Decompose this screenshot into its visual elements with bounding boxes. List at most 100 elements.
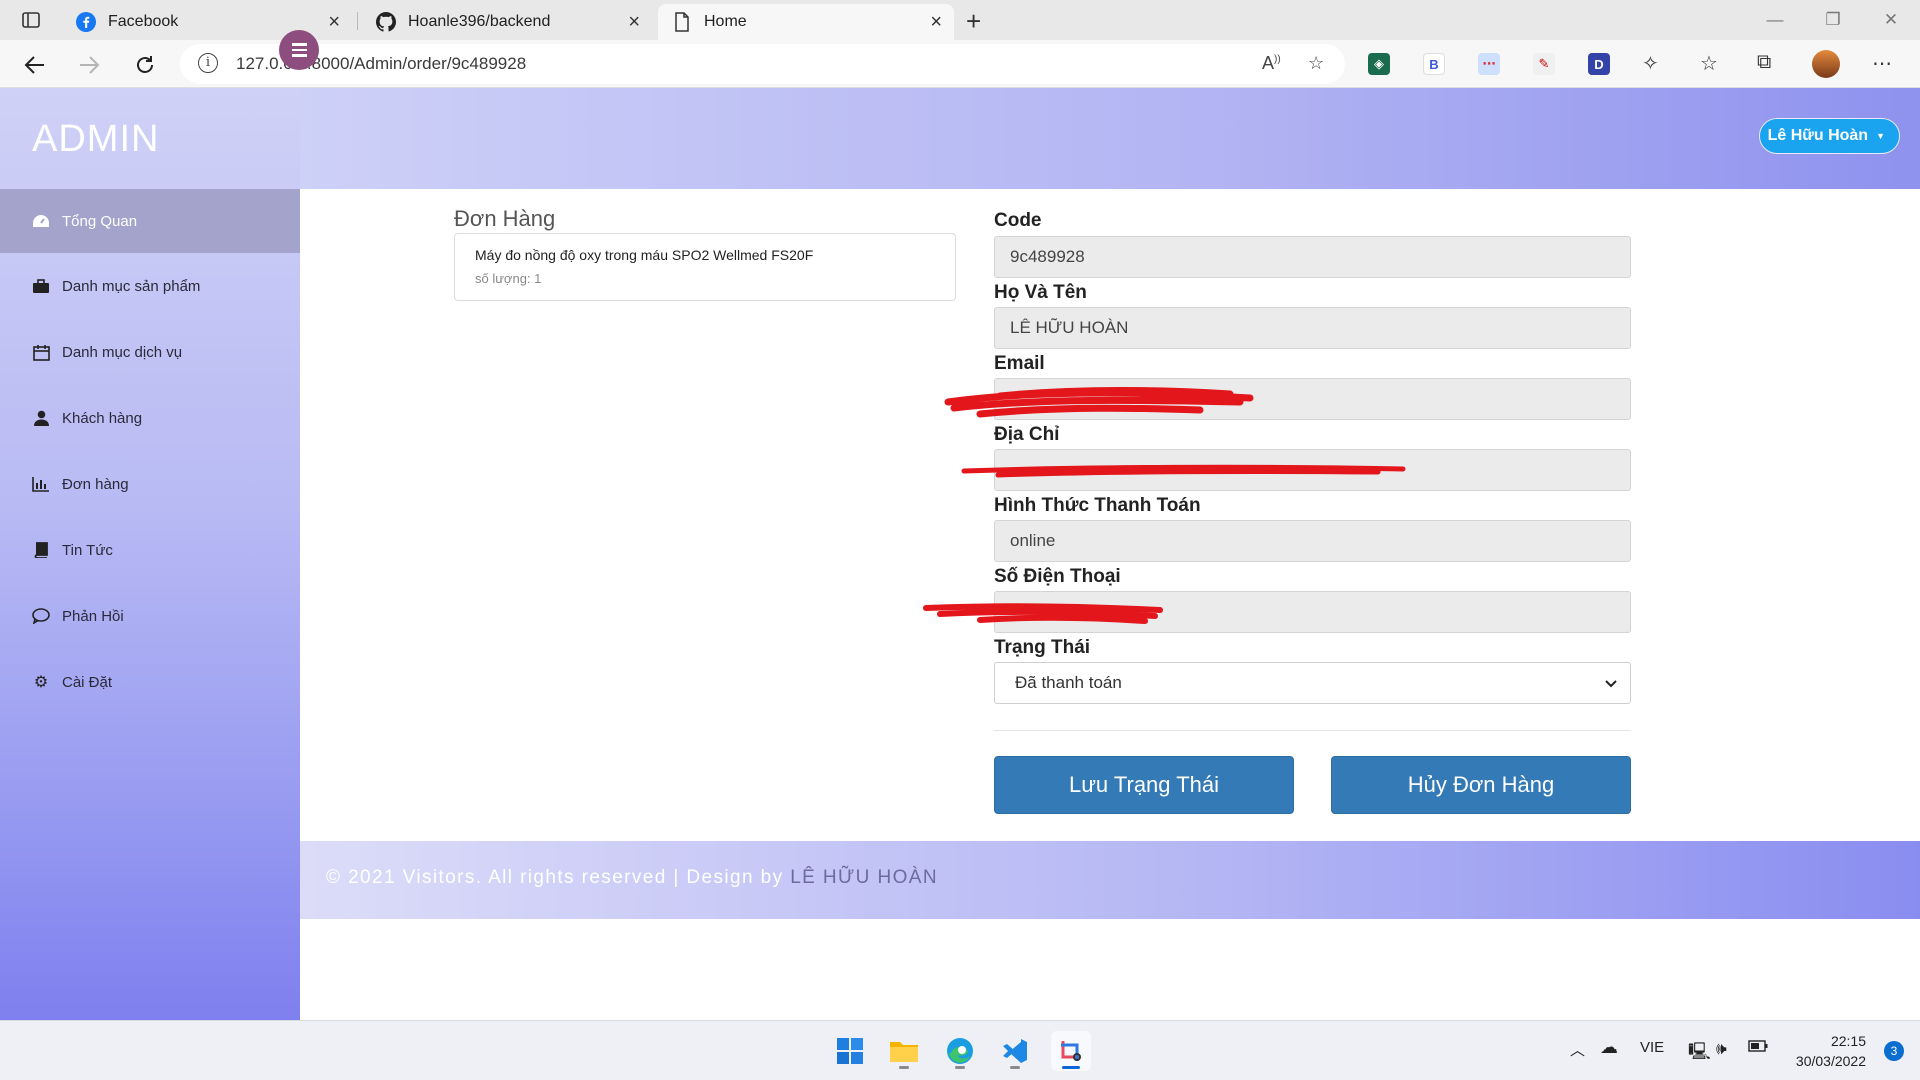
refresh-icon[interactable] [130, 50, 160, 80]
sidebar-item-settings[interactable]: ⚙ Cài Đặt [0, 650, 300, 714]
running-indicator [899, 1066, 909, 1069]
file-explorer-icon[interactable] [884, 1031, 924, 1071]
phone-field[interactable] [994, 591, 1631, 633]
extension-icon[interactable]: ◈ [1368, 53, 1390, 75]
sidebar-item-label: Tổng Quan [62, 212, 138, 230]
chevron-down-icon [1604, 675, 1618, 695]
sidebar-item-service-categories[interactable]: Danh mục dịch vụ [0, 320, 300, 384]
footer-author-link[interactable]: LÊ HỮU HOÀN [790, 867, 938, 888]
name-field[interactable]: LÊ HỮU HOÀN [994, 307, 1631, 349]
sidebar-item-label: Cài Đặt [62, 673, 113, 691]
tab-title: Home [704, 13, 747, 30]
phone-label: Số Điện Thoại [994, 566, 1121, 587]
hamburger-icon [291, 42, 307, 59]
new-tab-icon[interactable]: + [966, 6, 981, 37]
running-indicator [1062, 1066, 1080, 1069]
extensions-icon[interactable]: ✧ [1642, 51, 1659, 76]
sidebar-item-news[interactable]: Tin Tức [0, 518, 300, 582]
collections-icon[interactable]: ⧉ [1757, 51, 1771, 74]
status-select[interactable]: Đã thanh toán [994, 662, 1631, 704]
product-quantity: số lượng: 1 [475, 271, 542, 286]
sidebar-item-orders[interactable]: Đơn hàng [0, 452, 300, 516]
window-controls: — ❐ ✕ [1746, 0, 1920, 40]
battery-icon[interactable] [1748, 1039, 1768, 1056]
form-divider [994, 730, 1631, 731]
status-selected-value: Đã thanh toán [1015, 673, 1122, 692]
email-label: Email [994, 353, 1045, 374]
extension-icon[interactable]: D [1588, 53, 1610, 75]
language-indicator[interactable]: VIE [1640, 1039, 1664, 1056]
sidebar-item-customers[interactable]: Khách hàng [0, 386, 300, 450]
brand-logo[interactable]: ADMIN [32, 118, 159, 161]
sidebar-item-overview[interactable]: Tổng Quan [0, 189, 300, 253]
status-label: Trạng Thái [994, 637, 1091, 658]
restore-icon[interactable]: ❐ [1804, 0, 1862, 40]
order-item-card: Máy đo nồng độ oxy trong máu SPO2 Wellme… [454, 233, 956, 301]
tab-home[interactable]: Home × [658, 4, 954, 40]
extension-icon[interactable]: B [1423, 53, 1445, 75]
forward-icon[interactable] [74, 50, 104, 80]
back-icon[interactable] [20, 50, 50, 80]
sidebar-item-label: Khách hàng [62, 409, 143, 427]
running-indicator [1010, 1066, 1020, 1069]
sidebar-item-label: Danh mục sản phẩm [62, 277, 201, 295]
volume-icon[interactable]: 🕪 [1716, 1039, 1727, 1059]
close-tab-icon[interactable]: × [328, 12, 340, 32]
gear-icon: ⚙ [33, 674, 49, 691]
more-options-icon[interactable]: ⋯ [1872, 51, 1892, 76]
site-info-icon[interactable]: i [198, 53, 218, 73]
clock-time: 22:15 [1830, 1033, 1866, 1049]
user-menu-button[interactable]: Lê Hữu Hoàn ▼ [1758, 118, 1900, 154]
page-footer: © 2021 Visitors. All rights reserved | D… [300, 841, 1920, 919]
url-field[interactable]: i 127.0.0.1:8000/Admin/order/9c489928 A)… [180, 44, 1345, 84]
copyright-text: © 2021 Visitors. All rights reserved | D… [326, 867, 791, 888]
notification-badge[interactable]: 3 [1884, 1041, 1904, 1061]
sidebar-item-label: Đơn hàng [62, 475, 129, 493]
sidebar-item-label: Danh mục dịch vụ [62, 343, 183, 361]
comment-icon [30, 607, 52, 625]
address-label: Địa Chỉ [994, 424, 1060, 445]
onedrive-icon[interactable]: ☁ [1600, 1037, 1618, 1058]
dashboard-icon [30, 212, 52, 230]
extension-icon[interactable]: ✎ [1533, 53, 1555, 75]
network-icon[interactable]: 🖳 [1688, 1039, 1711, 1068]
facebook-icon [76, 12, 96, 32]
caret-down-icon: ▼ [1876, 131, 1885, 141]
email-field[interactable] [994, 378, 1631, 420]
tab-separator [357, 12, 358, 30]
payment-method-field[interactable]: online [994, 520, 1631, 562]
tab-github[interactable]: Hoanle396/backend × [362, 4, 652, 40]
book-icon [30, 541, 52, 559]
add-favorite-icon[interactable]: ☆ [1308, 53, 1324, 74]
user-name: Lê Hữu Hoàn [1767, 127, 1869, 144]
windows-taskbar: ︿ ☁ VIE 🖳 🕪 22:15 30/03/2022 3 [0, 1020, 1920, 1080]
calendar-icon [30, 343, 52, 361]
start-icon[interactable] [830, 1031, 870, 1071]
extension-icon[interactable]: ⋯ [1478, 53, 1500, 75]
code-field[interactable]: 9c489928 [994, 236, 1631, 278]
product-name: Máy đo nồng độ oxy trong máu SPO2 Wellme… [475, 247, 814, 263]
bar-chart-icon [30, 475, 52, 493]
snipping-tool-icon[interactable] [1051, 1031, 1091, 1071]
close-tab-icon[interactable]: × [930, 12, 942, 32]
address-field[interactable] [994, 449, 1631, 491]
vscode-icon[interactable] [995, 1031, 1035, 1071]
close-window-icon[interactable]: ✕ [1862, 0, 1920, 40]
save-status-button[interactable]: Lưu Trạng Thái [994, 756, 1294, 814]
orders-title: Đơn Hàng [454, 206, 556, 231]
chevron-up-icon[interactable]: ︿ [1570, 1039, 1585, 1060]
edge-icon[interactable] [940, 1031, 980, 1071]
menu-toggle-button[interactable] [279, 30, 319, 70]
tab-actions-icon[interactable] [14, 8, 48, 32]
cancel-order-button[interactable]: Hủy Đơn Hàng [1331, 756, 1631, 814]
tab-title: Hoanle396/backend [408, 13, 551, 30]
sidebar-item-feedback[interactable]: Phản Hồi [0, 584, 300, 648]
read-aloud-icon[interactable]: A)) [1262, 53, 1281, 74]
close-tab-icon[interactable]: × [628, 12, 640, 32]
sidebar-item-product-categories[interactable]: Danh mục sản phẩm [0, 254, 300, 318]
minimize-icon[interactable]: — [1746, 0, 1804, 40]
profile-avatar[interactable] [1812, 50, 1840, 78]
clock-date: 30/03/2022 [1795, 1053, 1866, 1069]
favorites-icon[interactable]: ☆ [1700, 51, 1718, 76]
system-clock[interactable]: 22:15 30/03/2022 [1796, 1031, 1866, 1071]
